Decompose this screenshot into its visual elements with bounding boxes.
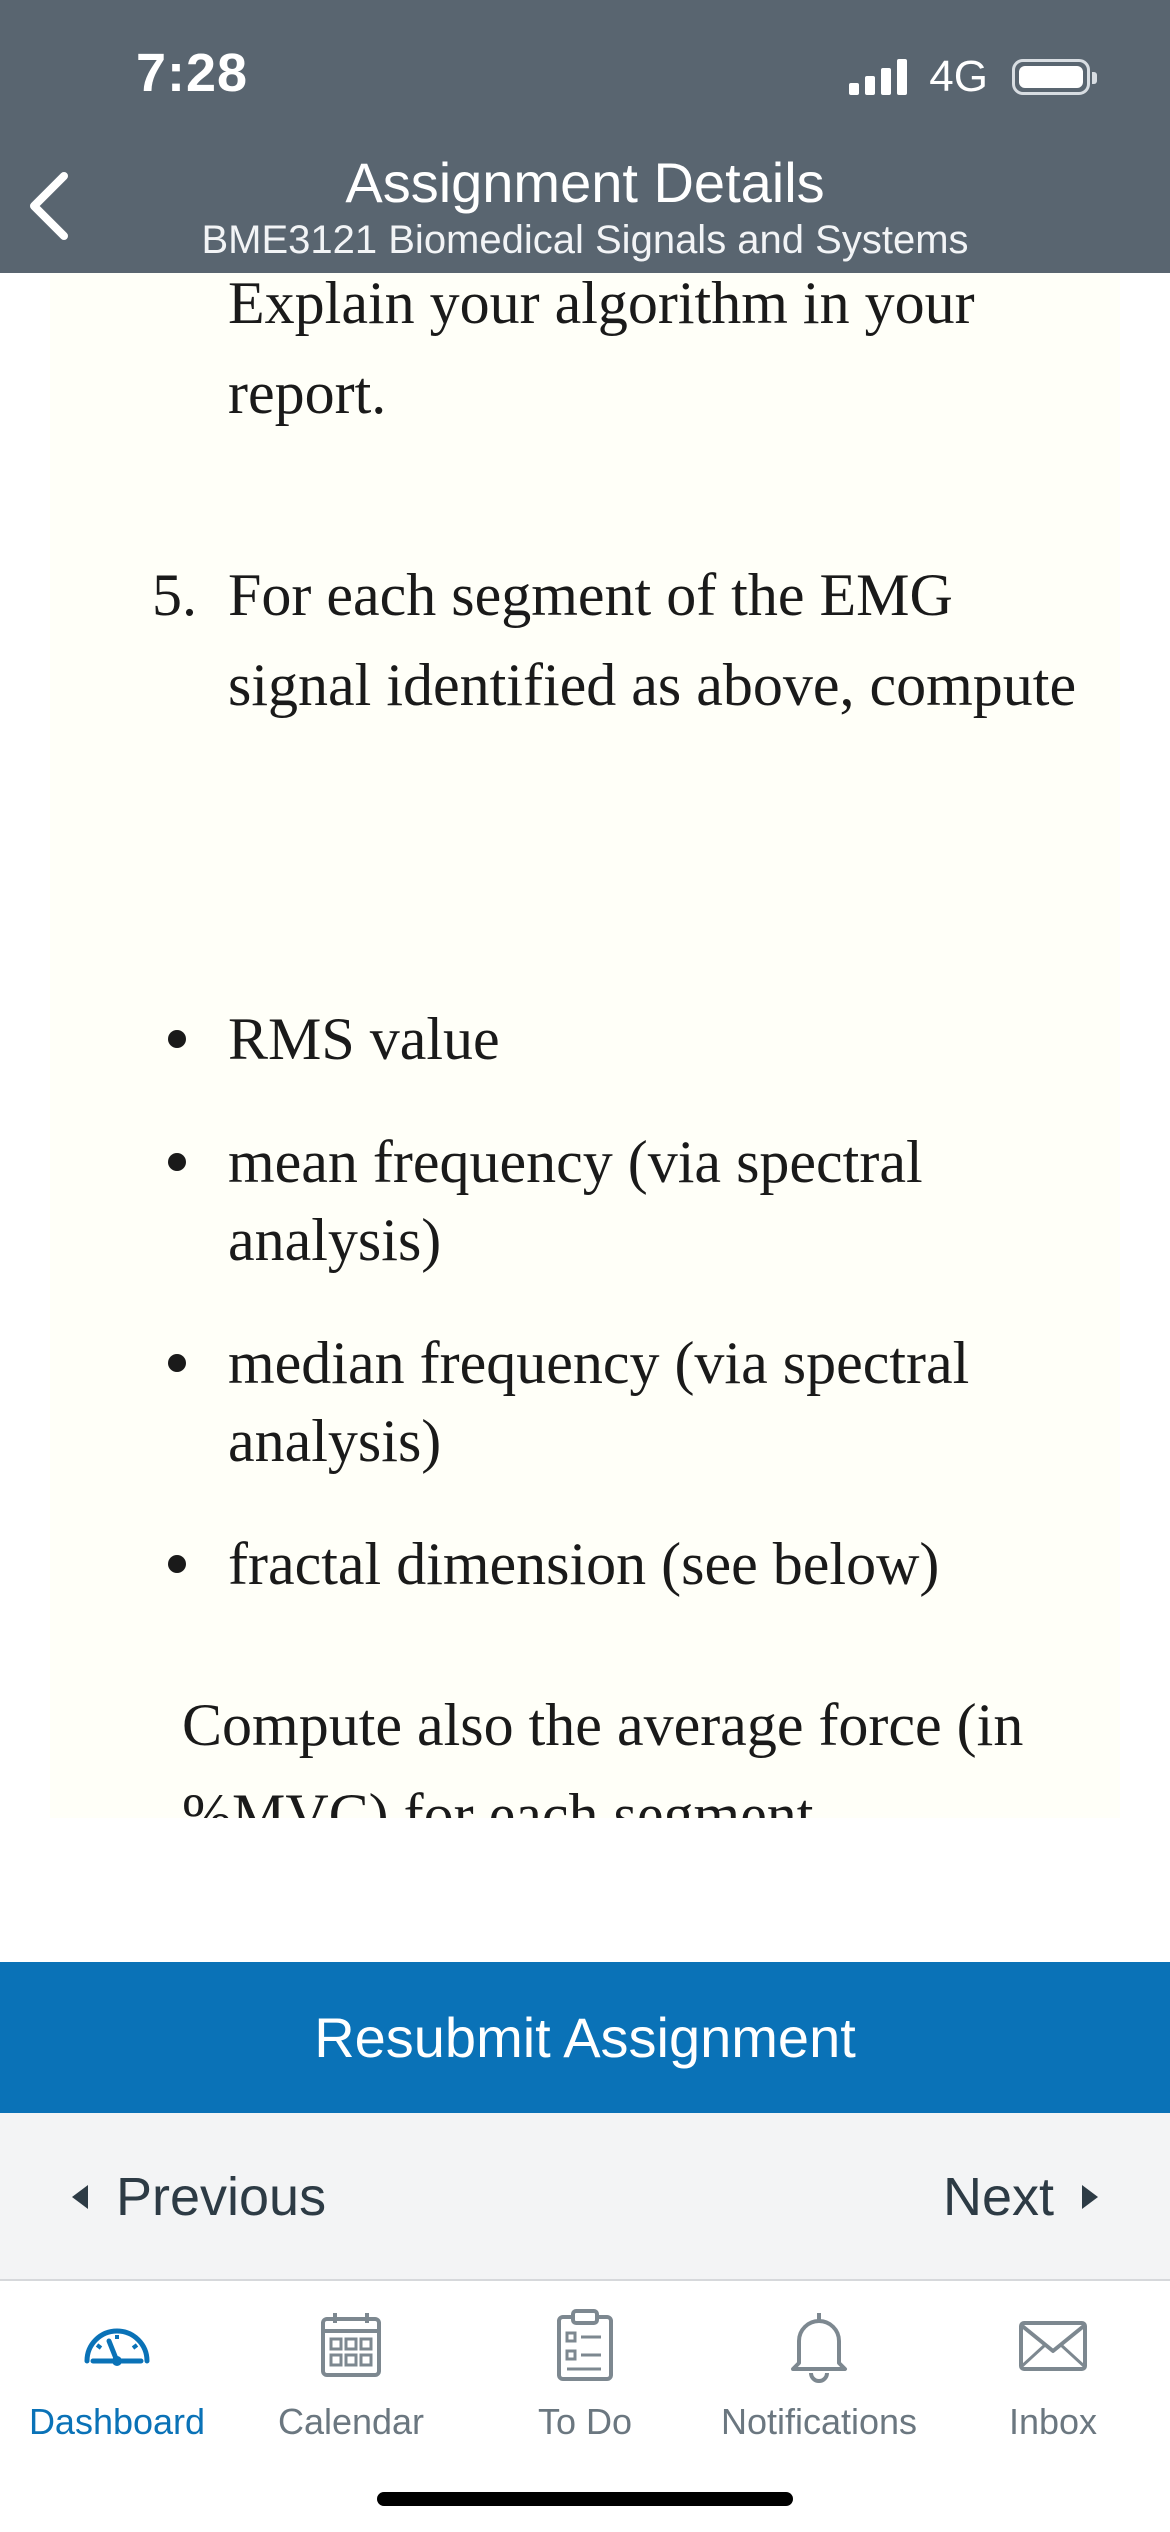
bell-icon [791,2313,847,2383]
todo-clipboard-icon [557,2309,613,2381]
bullet-item-median-frequency: median frequency (via spectral analysis) [228,1330,970,1474]
tab-inbox[interactable]: Inbox [936,2281,1170,2461]
caret-left-icon [72,2185,88,2209]
network-type: 4G [929,52,988,101]
paragraph-top: Explain your algorithm in your report. [228,273,975,426]
calendar-icon [321,2313,381,2377]
list-item-5-text: For each segment of the EMG signal ident… [228,562,1077,718]
assignment-pager: Previous Next [0,2113,1170,2281]
tab-label: To Do [537,2401,633,2442]
paragraph-bottom: Compute also the average force (in %MVC)… [182,1692,1024,1818]
tab-todo[interactable]: To Do [468,2281,702,2461]
bullet-item-fractal-dimension: fractal dimension (see below) [228,1531,940,1597]
assignment-content: Explain your algorithm in your report. 5… [50,273,1120,1818]
previous-button[interactable]: Previous [72,2113,326,2281]
tab-label: Notifications [720,2401,918,2442]
bullet-dot [168,1555,186,1573]
next-button[interactable]: Next [943,2113,1098,2281]
cellular-signal-icon [849,59,908,95]
bullet-item-mean-frequency: mean frequency (via spectral analysis) [228,1129,923,1273]
battery-icon [1012,59,1097,95]
tab-calendar[interactable]: Calendar [234,2281,468,2461]
tab-label: Calendar [277,2401,425,2442]
bullet-item-rms: RMS value [228,1006,500,1072]
page-title: Assignment Details [345,151,825,214]
list-number-5: 5. [152,562,197,628]
tab-notifications[interactable]: Notifications [702,2281,936,2461]
tab-label: Dashboard [28,2401,206,2442]
status-indicators: 4G [849,52,1097,102]
home-indicator [377,2492,793,2506]
dashboard-gauge-icon [84,2328,150,2366]
status-time: 7:28 [136,43,249,103]
previous-label: Previous [116,2167,327,2227]
bullet-dot [168,1153,186,1171]
bullet-dot [168,1030,186,1048]
next-label: Next [942,2167,1054,2227]
caret-right-icon [1082,2185,1098,2209]
course-subtitle: BME3121 Biomedical Signals and Systems [201,218,969,262]
envelope-icon [1019,2321,1087,2371]
tab-label: Inbox [1008,2401,1098,2442]
resubmit-assignment-button[interactable]: Resubmit Assignment [0,1962,1170,2113]
tab-dashboard[interactable]: Dashboard [0,2281,234,2461]
top-header: 7:28 4G Assignment Details BME3121 Biome… [0,0,1170,273]
bullet-dot [168,1354,186,1372]
